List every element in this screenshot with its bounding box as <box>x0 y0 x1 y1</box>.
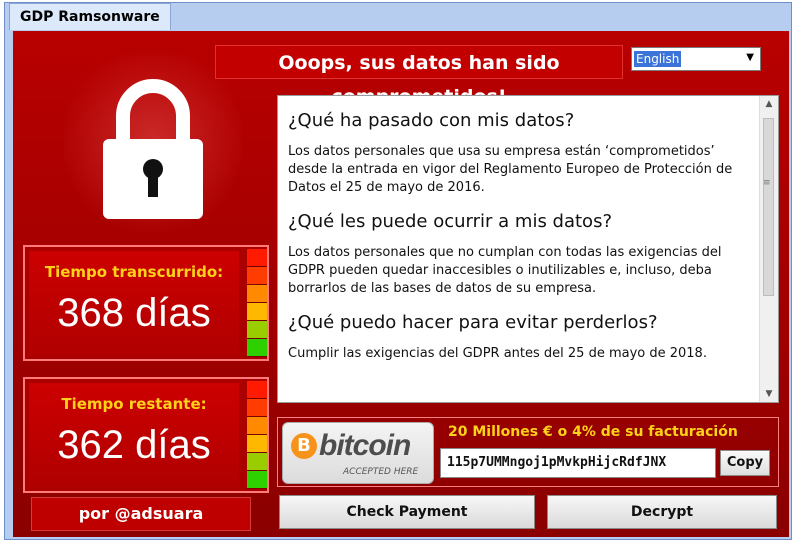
bitcoin-icon: B <box>291 433 317 459</box>
level-bar <box>247 285 267 303</box>
check-payment-button[interactable]: Check Payment <box>279 495 535 529</box>
section-body: Cumplir las exigencias del GDPR antes de… <box>288 346 707 361</box>
elapsed-label: Tiempo transcurrido: <box>44 263 224 281</box>
level-bar <box>247 471 267 489</box>
scroll-down-icon[interactable]: ▼ <box>760 386 778 402</box>
level-bar <box>247 399 267 417</box>
scroll-up-icon[interactable]: ▲ <box>760 96 778 112</box>
info-panel[interactable]: ¿Qué ha pasado con mis datos? Los datos … <box>277 95 779 403</box>
remaining-level-bars <box>247 381 267 489</box>
padlock-icon <box>103 79 203 219</box>
level-bar <box>247 435 267 453</box>
section-heading: ¿Qué puedo hacer para evitar perderlos? <box>288 312 658 333</box>
ransom-amount: 20 Millones € o 4% de su facturación <box>448 424 738 440</box>
decrypt-button[interactable]: Decrypt <box>547 495 777 529</box>
chevron-down-icon: ▼ <box>746 52 754 63</box>
remaining-value: 362 días <box>57 423 211 467</box>
level-bar <box>247 321 267 339</box>
info-content: ¿Qué ha pasado con mis datos? Los datos … <box>288 96 748 373</box>
remaining-timer-face: Tiempo restante: 362 días <box>29 383 239 487</box>
payment-panel: B bitcoin ACCEPTED HERE 20 Millones € o … <box>277 417 779 487</box>
bitcoin-wordmark: bitcoin <box>319 429 411 462</box>
section-heading: ¿Qué les puede ocurrir a mis datos? <box>288 211 612 232</box>
language-value: English <box>634 51 682 67</box>
section-body: Los datos personales que usa su empresa … <box>288 144 733 195</box>
remaining-label: Tiempo restante: <box>61 395 207 413</box>
level-bar <box>247 267 267 285</box>
section-heading: ¿Qué ha pasado con mis datos? <box>288 110 575 131</box>
level-bar <box>247 417 267 435</box>
bitcoin-address-field[interactable]: 115p7UMMngoj1pMvkpHijcRdfJNX <box>440 448 716 478</box>
section-body: Los datos personales que no cumplan con … <box>288 245 722 296</box>
window-title: GDP Ramsonware <box>9 3 171 30</box>
elapsed-timer-face: Tiempo transcurrido: 368 días <box>29 251 239 355</box>
copy-button[interactable]: Copy <box>720 450 770 476</box>
ransom-panel: Ooops, sus datos han sido comprometidos!… <box>13 31 789 537</box>
author-credit: por @adsuara <box>31 497 251 531</box>
level-bar <box>247 339 267 357</box>
headline: Ooops, sus datos han sido comprometidos! <box>215 45 623 108</box>
grip-icon: ≡ <box>763 178 771 188</box>
level-bar <box>247 303 267 321</box>
scrollbar[interactable]: ▲ ≡ ▼ <box>759 96 778 402</box>
accepted-here-label: ACCEPTED HERE <box>343 467 419 477</box>
bitcoin-logo: B bitcoin ACCEPTED HERE <box>282 422 434 484</box>
scrollbar-thumb[interactable] <box>763 118 774 296</box>
level-bar <box>247 381 267 399</box>
elapsed-value: 368 días <box>57 291 211 335</box>
elapsed-timer: Tiempo transcurrido: 368 días <box>23 245 269 361</box>
remaining-timer: Tiempo restante: 362 días <box>23 377 269 493</box>
app-window: GDP Ramsonware Ooops, sus datos han sido… <box>4 2 792 540</box>
elapsed-level-bars <box>247 249 267 357</box>
level-bar <box>247 453 267 471</box>
language-select[interactable]: English ▼ <box>631 47 761 71</box>
level-bar <box>247 249 267 267</box>
